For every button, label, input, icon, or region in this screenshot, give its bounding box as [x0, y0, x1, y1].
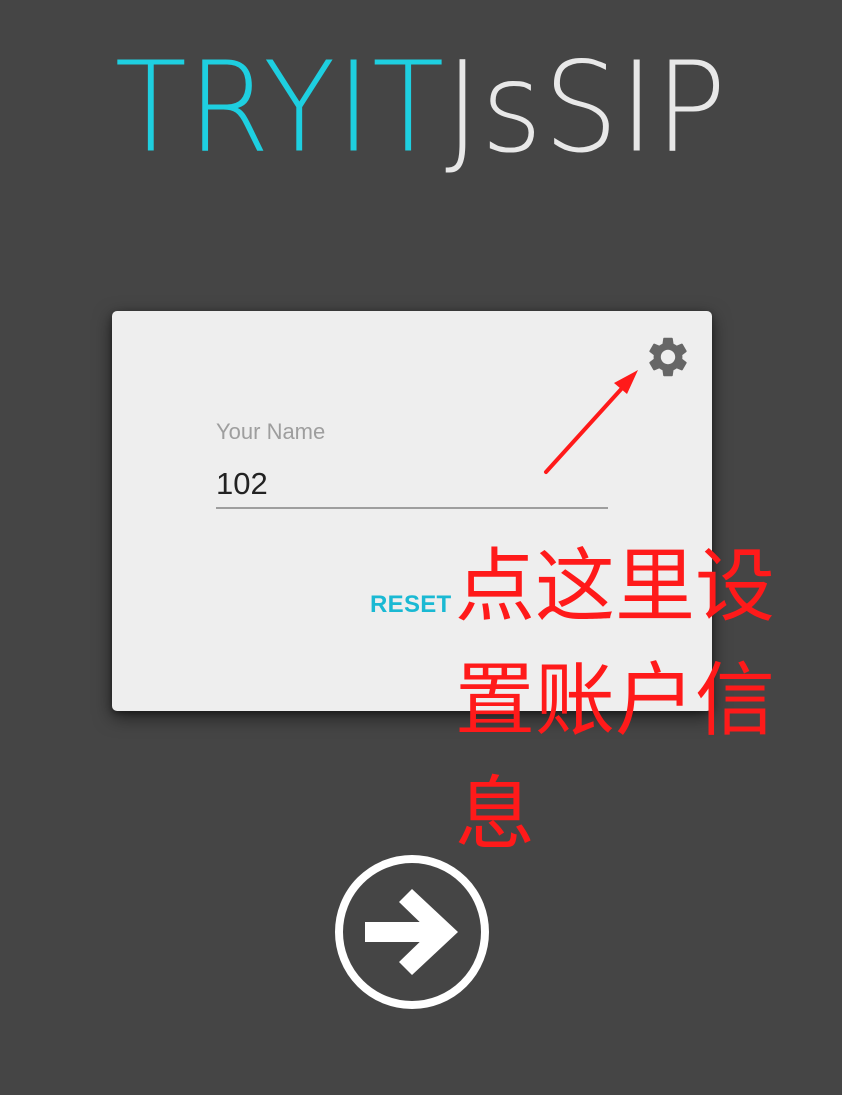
annotation-text: 点这里设置账户信息	[455, 540, 775, 861]
reset-button[interactable]: RESET	[370, 591, 452, 619]
settings-button[interactable]	[644, 333, 692, 381]
name-input[interactable]	[216, 461, 608, 509]
name-field-label: Your Name	[216, 419, 326, 444]
logo-jssip: JsSIP	[445, 33, 728, 181]
arrow-right-icon	[335, 855, 489, 1009]
go-button[interactable]	[332, 853, 492, 1013]
app-logo: TRYITJsSIP	[0, 38, 842, 176]
gear-icon	[649, 337, 687, 377]
logo-tryit: TRYIT	[114, 33, 446, 181]
